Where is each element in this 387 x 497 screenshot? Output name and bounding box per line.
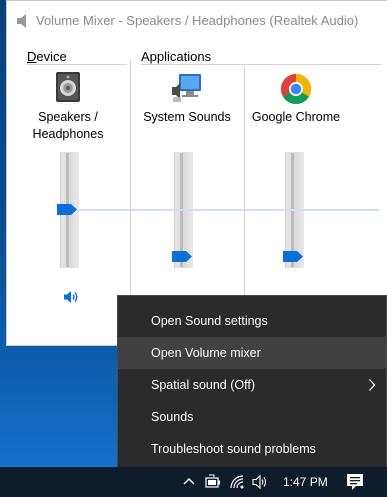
device-label-rest: evice — [36, 49, 67, 64]
speaker-icon — [17, 14, 26, 28]
speakers-mute-button[interactable] — [63, 290, 81, 304]
applications-divider — [141, 64, 381, 65]
menu-item-sounds[interactable]: Sounds — [118, 401, 386, 433]
channel-name-chrome: Google Chrome — [251, 110, 341, 124]
chevron-right-icon — [369, 379, 376, 391]
menu-item-label: Sounds — [151, 410, 194, 424]
sound-context-menu: Open Sound settings Open Volume mixer Sp… — [117, 295, 387, 471]
menu-item-open-sound-settings[interactable]: Open Sound settings — [118, 305, 386, 337]
menu-item-troubleshoot[interactable]: Troubleshoot sound problems — [118, 433, 386, 465]
notification-icon[interactable] — [346, 473, 364, 491]
channel-name-line1: Speakers / — [38, 110, 98, 124]
clock[interactable]: 1:47 PM — [283, 475, 328, 489]
applications-section-label: Applications — [141, 49, 212, 64]
menu-item-label: Spatial sound (Off) — [151, 378, 255, 392]
menu-item-open-volume-mixer[interactable]: Open Volume mixer — [118, 337, 386, 369]
menu-item-spatial-sound[interactable]: Spatial sound (Off) — [118, 369, 386, 401]
system-sounds-icon[interactable] — [171, 73, 203, 103]
chrome-volume-thumb[interactable] — [283, 251, 303, 262]
device-label-accesskey: D — [27, 49, 37, 64]
volume-icon[interactable] — [252, 474, 268, 490]
system-sounds-volume-thumb[interactable] — [172, 251, 192, 262]
taskbar: 1:47 PM — [0, 467, 387, 497]
battery-icon[interactable] — [205, 474, 221, 490]
device-level-indicator-line — [69, 209, 379, 211]
menu-item-label: Open Volume mixer — [151, 346, 261, 360]
wifi-icon[interactable] — [229, 474, 245, 490]
menu-item-label: Troubleshoot sound problems — [151, 442, 316, 456]
speaker-device-icon[interactable] — [55, 71, 81, 103]
speakers-volume-thumb[interactable] — [57, 204, 77, 215]
channel-name-system-sounds: System Sounds — [143, 110, 231, 124]
chevron-up-icon[interactable] — [181, 474, 197, 490]
chrome-icon[interactable] — [280, 73, 312, 105]
title-bar[interactable]: Volume Mixer - Speakers / Headphones (Re… — [7, 1, 387, 41]
menu-item-label: Open Sound settings — [151, 314, 268, 328]
device-apps-divider — [130, 59, 131, 334]
apps-divider — [244, 67, 245, 334]
device-underline-divider — [27, 64, 127, 65]
device-section-label: Device — [27, 49, 67, 64]
channel-name-speakers: Speakers / Headphones — [15, 109, 121, 143]
window-title: Volume Mixer - Speakers / Headphones (Re… — [36, 13, 359, 28]
channel-name-line2: Headphones — [32, 127, 104, 141]
